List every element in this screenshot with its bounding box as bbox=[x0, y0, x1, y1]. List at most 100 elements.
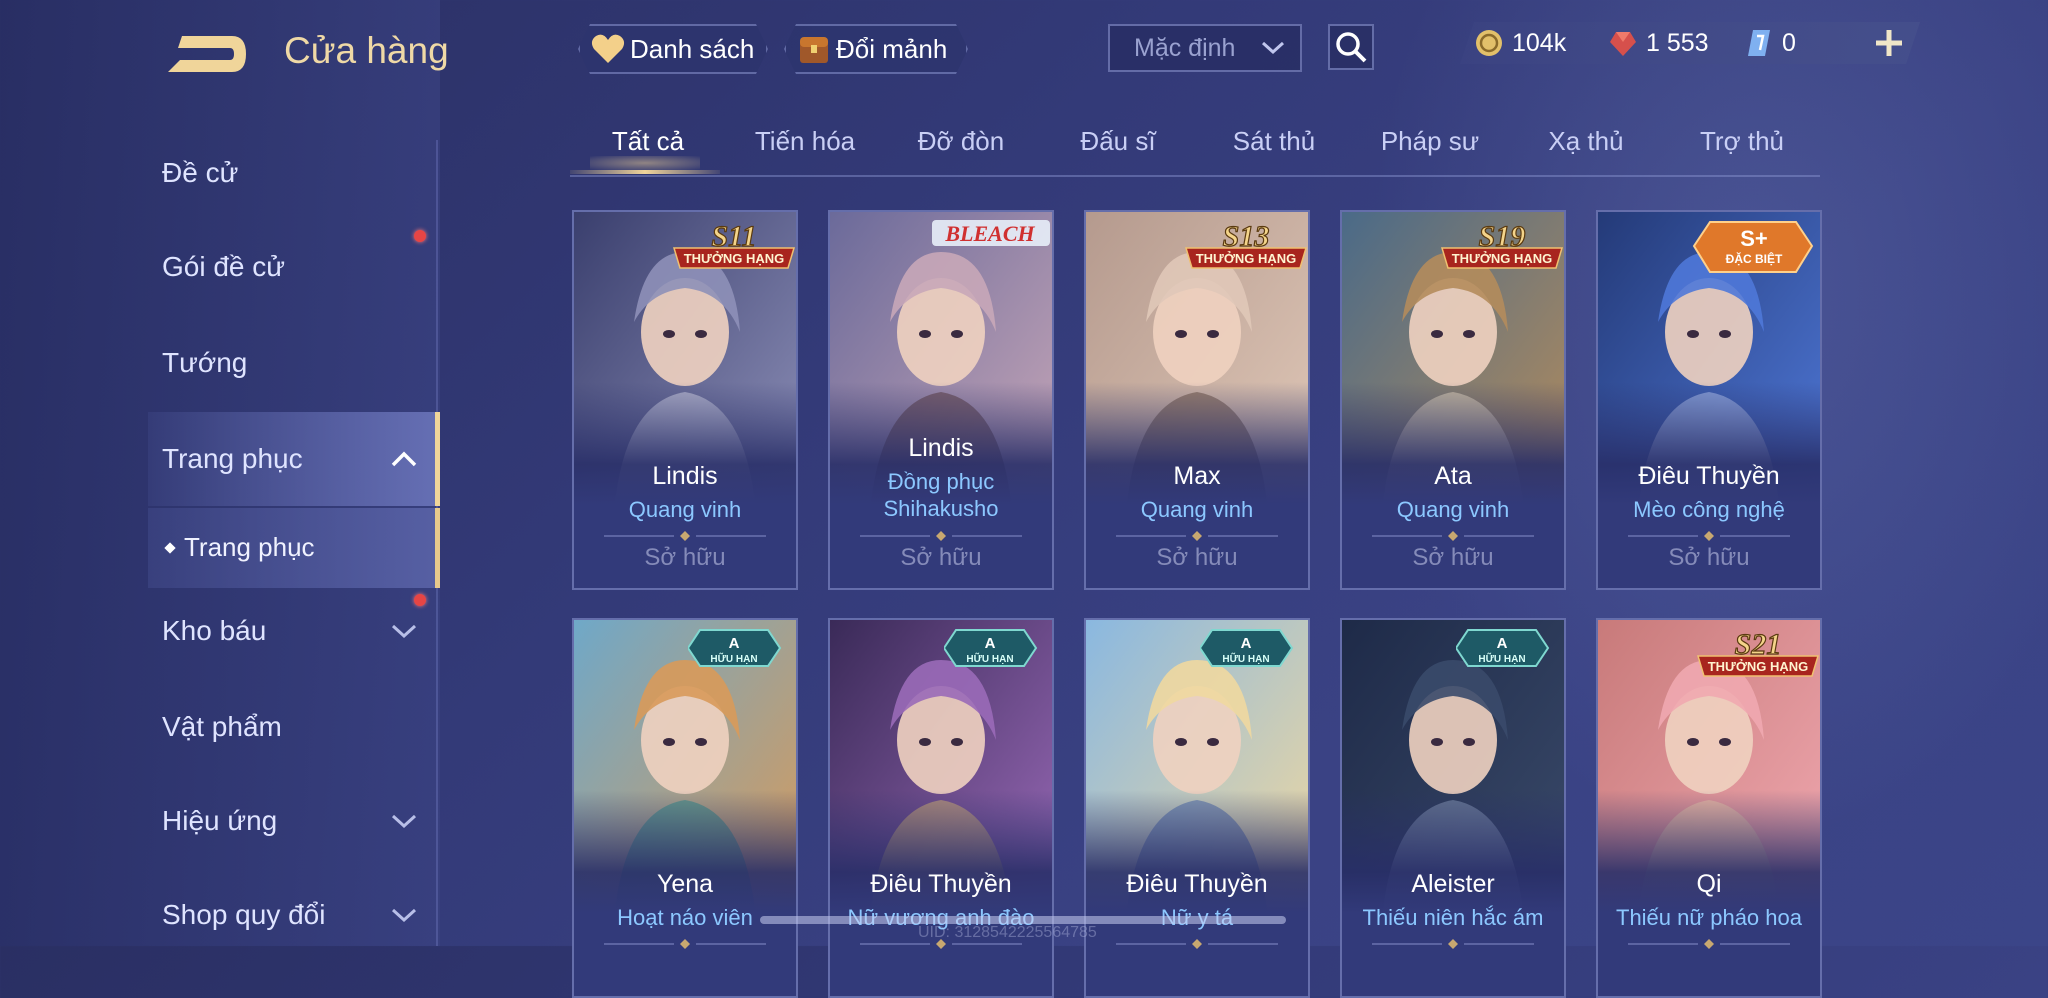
tabs-divider bbox=[570, 175, 1820, 177]
ornament-divider bbox=[1628, 939, 1790, 949]
sidebar-item-label: Gói đề cử bbox=[162, 251, 286, 282]
gold-amount: 104k bbox=[1512, 28, 1567, 57]
tab-label: Xạ thủ bbox=[1548, 126, 1624, 156]
skin-hero-name: Yena bbox=[656, 870, 714, 898]
tab-tien-hoa[interactable]: Tiến hóa bbox=[727, 126, 883, 157]
skin-hero-name: Aleister bbox=[1411, 870, 1495, 898]
tab-dau-si[interactable]: Đấu sĩ bbox=[1040, 126, 1196, 157]
skin-card[interactable]: S13 THƯỞNG HẠNG Max Quang vinh Sở hữu bbox=[1084, 210, 1310, 590]
skin-card[interactable]: S21 THƯỞNG HẠNG Qi Thiếu nữ pháo hoa bbox=[1596, 618, 1822, 998]
tab-label: Đấu sĩ bbox=[1080, 126, 1156, 156]
sidebar-item-trang-phuc[interactable]: Trang phục bbox=[148, 412, 440, 506]
owned-status: Sở hữu bbox=[900, 544, 982, 571]
owned-status: Sở hữu bbox=[1412, 544, 1494, 571]
skin-card[interactable]: AHỮU HẠNĐiêu ThuyềnNữ y tá bbox=[1084, 618, 1310, 998]
svg-text:A: A bbox=[1497, 635, 1508, 652]
ornament-divider bbox=[1116, 531, 1278, 541]
svg-text:A: A bbox=[985, 635, 996, 652]
scroll-indicator[interactable] bbox=[760, 916, 1286, 924]
skin-title: Mèo công nghệ bbox=[1633, 497, 1785, 522]
sidebar-item-tuong[interactable]: Tướng bbox=[0, 318, 440, 408]
skin-hero-name: Điêu Thuyền bbox=[1126, 870, 1268, 898]
search-button[interactable] bbox=[1328, 24, 1374, 70]
exchange-fragments-button[interactable]: Đổi mảnh bbox=[784, 24, 968, 74]
skin-card[interactable]: A HỮU HẠN Aleister Thiếu niên hắc ám bbox=[1340, 618, 1566, 998]
ruby-amount: 1 553 bbox=[1646, 28, 1709, 57]
rank-badge: A HỮU HẠN bbox=[686, 624, 796, 677]
sidebar-item-label: Trang phục bbox=[162, 443, 303, 474]
owned-status: Sở hữu bbox=[1668, 544, 1750, 571]
voucher-currency: 0 bbox=[1744, 20, 1796, 66]
tab-glow bbox=[590, 156, 700, 170]
wishlist-button[interactable]: Danh sách bbox=[578, 24, 768, 74]
skin-card[interactable]: BLEACH Lindis Đồng phục Shihakusho Sở hữu bbox=[828, 210, 1054, 590]
svg-text:THƯỞNG HẠNG: THƯỞNG HẠNG bbox=[684, 251, 785, 266]
tab-label: Trợ thủ bbox=[1700, 126, 1784, 156]
ruby-currency: 1 553 bbox=[1608, 20, 1709, 66]
tab-tat-ca[interactable]: Tất cả bbox=[570, 126, 726, 174]
add-currency-button[interactable] bbox=[1868, 22, 1910, 64]
sidebar-item-goi-de-cu[interactable]: Gói đề cử bbox=[0, 222, 440, 312]
tab-do-don[interactable]: Đỡ đòn bbox=[883, 126, 1039, 157]
exchange-label: Đổi mảnh bbox=[836, 33, 948, 64]
skin-title: Quang vinh bbox=[628, 497, 742, 522]
skin-hero-name: Điêu Thuyền bbox=[1638, 462, 1780, 490]
sort-dropdown[interactable]: Mặc định bbox=[1108, 24, 1302, 72]
back-arrow-icon[interactable] bbox=[160, 30, 250, 78]
svg-text:THƯỞNG HẠNG: THƯỞNG HẠNG bbox=[1708, 659, 1809, 674]
svg-text:HỮU HẠN: HỮU HẠN bbox=[710, 652, 757, 665]
plus-icon bbox=[1876, 30, 1902, 56]
ornament-divider bbox=[1372, 939, 1534, 949]
voucher-icon bbox=[1748, 30, 1770, 56]
skin-hero-name: Qi bbox=[1696, 870, 1722, 898]
skin-hero-name: Lindis bbox=[652, 462, 718, 490]
skin-title: Thiếu nữ pháo hoa bbox=[1616, 905, 1802, 930]
tab-label: Tất cả bbox=[611, 126, 685, 156]
tab-sat-thu[interactable]: Sát thủ bbox=[1196, 126, 1352, 157]
active-indicator bbox=[435, 412, 440, 506]
sidebar-item-hieu-ung[interactable]: Hiệu ứng bbox=[0, 776, 440, 866]
rank-badge: A HỮU HẠN bbox=[942, 624, 1052, 677]
sidebar-item-label: Đề cử bbox=[162, 157, 239, 188]
chevron-down-icon bbox=[391, 908, 417, 923]
sidebar-item-vat-pham[interactable]: Vật phẩm bbox=[0, 682, 440, 772]
skin-card[interactable]: S+ ĐẶC BIỆT Điêu Thuyền Mèo công nghệ Sở hữu bbox=[1596, 210, 1822, 590]
svg-text:A: A bbox=[1241, 635, 1252, 652]
skin-card[interactable]: S19 THƯỞNG HẠNG Ata Quang vinh Sở hữu bbox=[1340, 210, 1566, 590]
chevron-down-icon bbox=[1261, 41, 1285, 55]
rank-badge: S11 THƯỞNG HẠNG bbox=[668, 216, 796, 285]
sidebar-subitem-trang-phuc[interactable]: Trang phục bbox=[148, 508, 440, 588]
sidebar-subitem-label: Trang phục bbox=[184, 532, 315, 562]
active-tab-underline bbox=[570, 170, 720, 174]
chevron-down-icon bbox=[391, 624, 417, 639]
chevron-up-icon bbox=[391, 451, 417, 467]
tab-label: Tiến hóa bbox=[754, 126, 856, 156]
tab-phap-su[interactable]: Pháp sư bbox=[1352, 126, 1508, 157]
skin-card[interactable]: A HỮU HẠN Yena Hoạt náo viên bbox=[572, 618, 798, 998]
tab-xa-thu[interactable]: Xạ thủ bbox=[1508, 126, 1664, 157]
skin-hero-name: Lindis bbox=[908, 434, 974, 462]
sidebar-item-de-cu[interactable]: Đề cử bbox=[0, 128, 440, 218]
skin-title: Thiếu niên hắc ám bbox=[1362, 905, 1544, 930]
ornament-divider bbox=[860, 531, 1022, 541]
uid-label: UID: 3128542225564785 bbox=[918, 924, 1097, 941]
ornament-divider bbox=[604, 939, 766, 949]
skin-title: Đồng phục Shihakusho bbox=[883, 469, 999, 521]
tab-label: Đỡ đòn bbox=[917, 126, 1005, 156]
heart-icon bbox=[590, 31, 626, 67]
svg-text:THƯỞNG HẠNG: THƯỞNG HẠNG bbox=[1196, 251, 1297, 266]
gold-coin-icon bbox=[1476, 30, 1502, 56]
sidebar-item-label: Vật phẩm bbox=[162, 711, 282, 742]
wishlist-label: Danh sách bbox=[630, 33, 755, 64]
tab-tro-thu[interactable]: Trợ thủ bbox=[1664, 126, 1820, 157]
rank-badge: S19 THƯỞNG HẠNG bbox=[1436, 216, 1564, 285]
skin-hero-name: Ata bbox=[1434, 462, 1472, 490]
skin-card[interactable]: S11 THƯỞNG HẠNG Lindis Quang vinh Sở hữu bbox=[572, 210, 798, 590]
sidebar-item-shop-quy-doi[interactable]: Shop quy đổi bbox=[0, 870, 440, 960]
ornament-divider bbox=[1628, 531, 1790, 541]
rank-badge: S+ ĐẶC BIỆT bbox=[1692, 216, 1820, 285]
sidebar-item-kho-bau[interactable]: Kho báu bbox=[0, 586, 440, 676]
svg-text:HỮU HẠN: HỮU HẠN bbox=[1222, 652, 1269, 665]
sort-value: Mặc định bbox=[1134, 34, 1236, 62]
skin-title: Quang vinh bbox=[1396, 497, 1510, 522]
